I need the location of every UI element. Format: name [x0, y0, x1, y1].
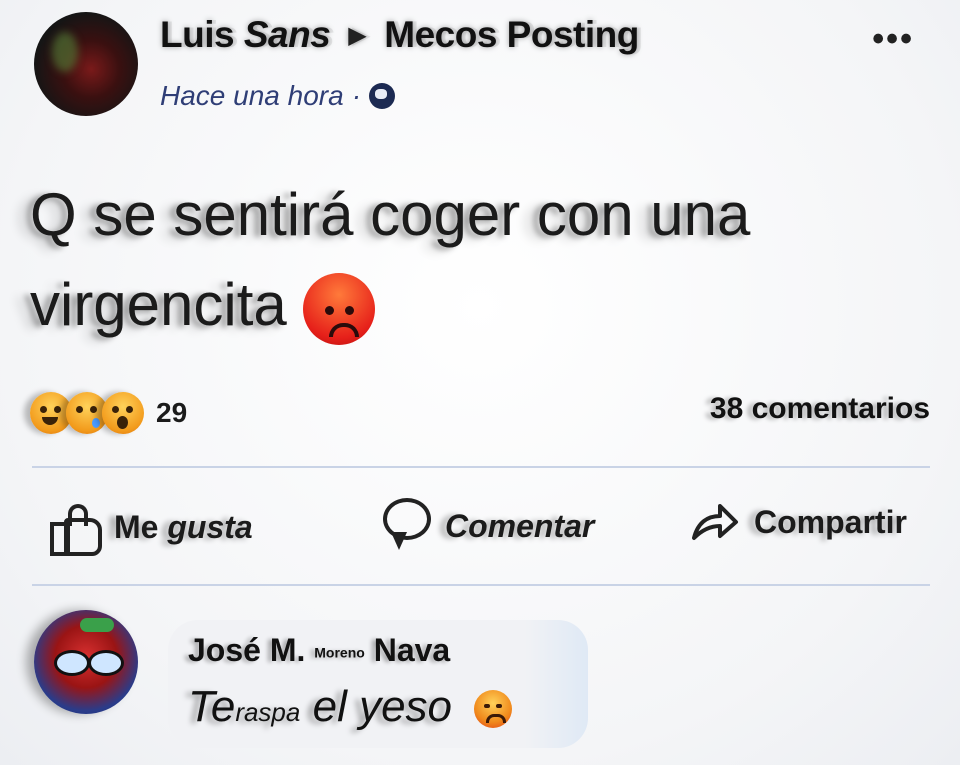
avatar-glasses-left	[54, 650, 90, 676]
comment-label: Comentar	[445, 507, 595, 544]
post-header: Luis Sans ▶ Mecos Posting	[160, 14, 639, 56]
commenter-name-part-1: José M.	[188, 632, 306, 668]
comment-item: José M. Moreno Nava Teraspa el yeso	[0, 600, 960, 760]
comment-bubble: José M. Moreno Nava Teraspa el yeso	[168, 620, 588, 748]
author-avatar[interactable]	[34, 12, 138, 116]
post-text-line-2-wrap: virgencita	[30, 260, 850, 350]
divider	[32, 466, 930, 468]
author-first-name: Luis	[160, 14, 235, 55]
reaction-summary[interactable]: 29	[30, 392, 187, 434]
author-name[interactable]: Luis Sans	[160, 14, 331, 56]
commenter-name-part-2: Moreno	[314, 644, 365, 661]
speech-bubble-icon	[383, 498, 431, 554]
like-button[interactable]: Me gusta	[50, 504, 253, 556]
post-timestamp[interactable]: Hace una hora	[160, 80, 344, 112]
thumbs-up-icon	[50, 504, 102, 556]
globe-icon[interactable]	[369, 83, 396, 109]
sad-face-icon	[474, 690, 513, 729]
post-text-line-2: virgencita	[30, 271, 287, 338]
post-text-line-1: Q se sentirá coger con una	[30, 181, 751, 248]
share-button[interactable]: Compartir	[690, 500, 907, 544]
comment-word-4: yeso	[359, 682, 453, 731]
author-last-name: Sans	[243, 14, 331, 55]
action-bar: Me gusta Comentar Compartir	[0, 490, 960, 570]
commenter-avatar[interactable]	[34, 610, 138, 714]
like-label: Me gusta	[114, 509, 253, 546]
comment-text: Teraspa el yeso	[188, 682, 513, 732]
facebook-post-screenshot: Luis Sans ▶ Mecos Posting ••• Hace una h…	[0, 0, 960, 765]
avatar-photo-detail	[52, 32, 78, 72]
comment-word-1: Te	[188, 682, 236, 731]
wow-icon	[102, 392, 144, 434]
reaction-count: 29	[156, 397, 188, 428]
share-label: Compartir	[754, 503, 907, 540]
comment-word-2: raspa	[235, 697, 301, 727]
group-name[interactable]: Mecos Posting	[384, 14, 639, 56]
like-label-word-2: gusta	[167, 508, 253, 545]
meta-separator: ·	[351, 80, 362, 111]
avatar-glasses-right	[88, 650, 124, 676]
avatar-cap-detail	[80, 618, 114, 632]
share-arrow-icon	[690, 500, 740, 544]
commenter-name[interactable]: José M. Moreno Nava	[188, 632, 450, 669]
comments-count-link[interactable]: 38 comentarios	[710, 392, 930, 426]
post-body: Q se sentirá coger con una virgencita	[30, 170, 850, 350]
right-triangle-icon: ▶	[348, 21, 367, 49]
more-options-icon[interactable]: •••	[872, 20, 914, 59]
commenter-name-part-3: Nava	[373, 632, 451, 668]
angry-face-icon	[302, 273, 375, 346]
comment-word-3: el	[312, 682, 347, 731]
comment-button[interactable]: Comentar	[383, 498, 594, 554]
post-meta: Hace una hora ·	[160, 80, 396, 112]
divider	[32, 584, 930, 586]
like-label-word-1: Me	[114, 508, 159, 545]
